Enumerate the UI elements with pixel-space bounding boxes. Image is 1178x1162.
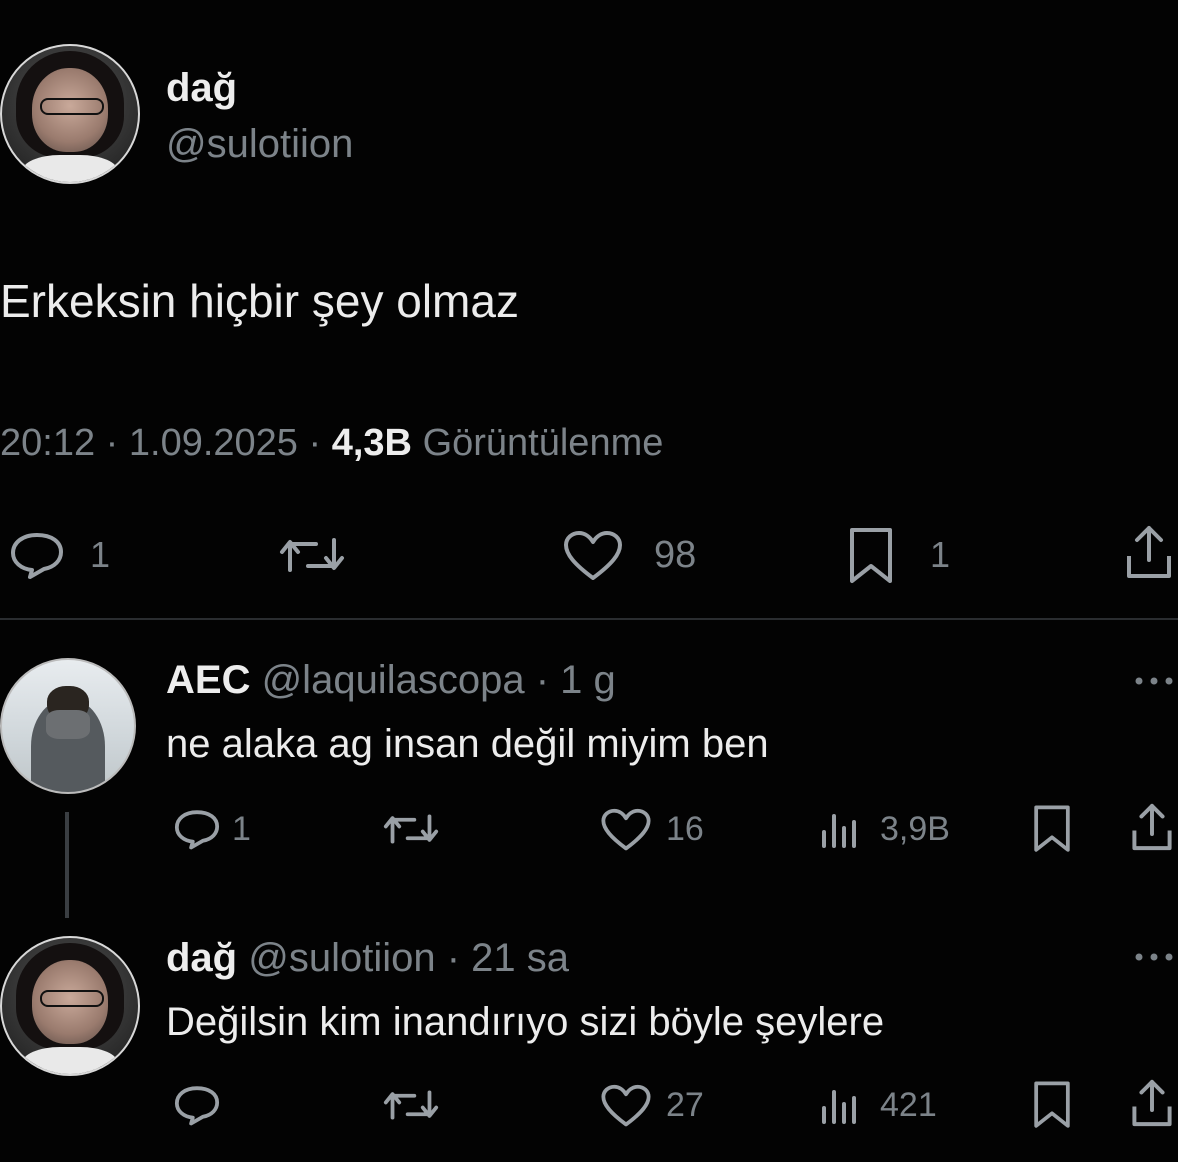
meta-separator: · [308,422,322,464]
reply-icon[interactable] [8,530,66,580]
like-count: 27 [666,1086,704,1124]
reply-text: Değilsin kim inandırıyo sizi böyle şeyle… [166,1000,885,1044]
reply-age[interactable]: · 21 sa [447,936,569,980]
share-icon[interactable] [1130,800,1174,854]
reply-text: ne alaka ag insan değil miyim ben [166,722,769,766]
reply-count: 1 [232,810,251,848]
retweet-icon[interactable] [380,1084,442,1126]
views-count: 421 [880,1086,937,1124]
like-count: 98 [654,534,697,576]
reply-header: dağ @sulotiion · 21 sa [166,936,569,981]
reply-author-name[interactable]: AEC [166,658,250,702]
retweet-icon[interactable] [380,808,442,850]
like-count: 16 [666,810,704,848]
reply-author-name[interactable]: dağ [166,936,237,980]
views-count[interactable]: 4,3B [332,422,412,464]
views-icon[interactable] [818,808,862,850]
reply-author-handle[interactable]: @sulotiion [248,936,435,980]
author-avatar[interactable] [0,44,140,184]
reply-age[interactable]: · 1 g [536,658,616,702]
views-icon[interactable] [818,1084,862,1126]
author-name[interactable]: dağ [166,66,237,111]
retweet-icon[interactable] [276,530,348,580]
author-handle[interactable]: @sulotiion [166,122,353,167]
more-icon[interactable] [1132,674,1176,688]
reply-icon[interactable] [172,1084,222,1126]
tweet-meta: 20:12 · 1.09.2025 · 4,3B Görüntülenme [0,422,663,465]
like-icon[interactable] [562,530,624,582]
views-label[interactable]: Görüntülenme [423,422,664,464]
bookmark-count: 1 [930,534,951,575]
bookmark-icon[interactable] [1032,1080,1072,1130]
bookmark-icon[interactable] [1032,804,1072,854]
share-icon[interactable] [1124,522,1174,582]
tweet-time[interactable]: 20:12 [0,422,95,464]
reply-header: AEC @laquilascopa · 1 g [166,658,616,703]
reply-avatar[interactable] [0,936,140,1076]
reply-count: 1 [90,534,111,575]
more-icon[interactable] [1132,950,1176,964]
thread-line [65,812,69,918]
tweet-date[interactable]: 1.09.2025 [129,422,298,464]
tweet-text: Erkeksin hiçbir şey olmaz [0,275,519,327]
bookmark-icon[interactable] [848,526,894,586]
share-icon[interactable] [1130,1076,1174,1130]
reply-author-handle[interactable]: @laquilascopa [262,658,525,702]
views-count: 3,9B [880,810,950,848]
divider [0,618,1178,620]
reply-avatar[interactable] [0,658,136,794]
reply-icon[interactable] [172,808,222,850]
meta-separator: · [105,422,119,464]
like-icon[interactable] [600,1084,652,1128]
like-icon[interactable] [600,808,652,852]
